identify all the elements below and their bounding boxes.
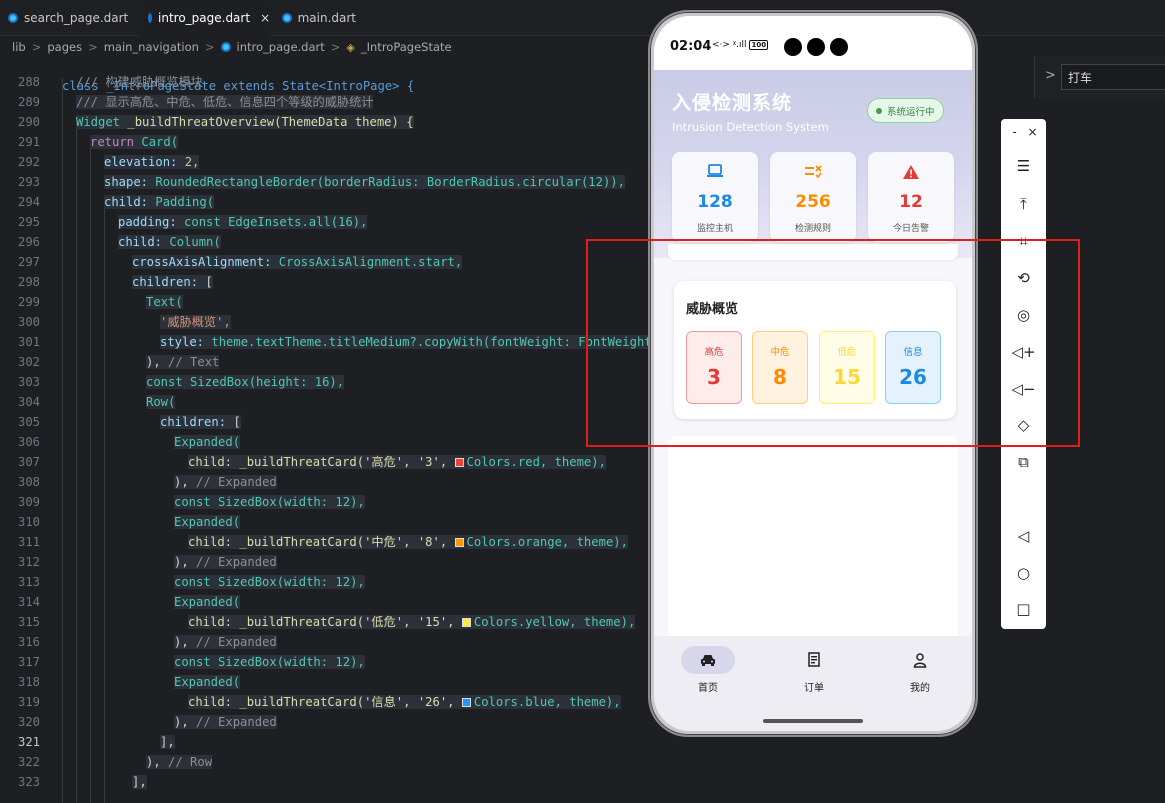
breadcrumb-item[interactable]: _IntroPageState (361, 40, 452, 54)
breadcrumb-item[interactable]: main_navigation (104, 40, 199, 54)
camera-cutout (807, 38, 825, 56)
stat-card-rules[interactable]: 256 检测规则 (770, 152, 856, 242)
status-bar: 02:04 <·> ᵡ.ıll 100 (654, 16, 972, 70)
color-swatch-red (454, 458, 464, 467)
code-line: 291 return Card( (17, 135, 179, 149)
tab-search-page[interactable]: search_page.dart (0, 0, 138, 36)
color-swatch-orange (454, 538, 464, 547)
breadcrumb-item[interactable]: intro_page.dart (237, 40, 325, 54)
multi-screen-icon[interactable]: ⧉ (1001, 453, 1046, 471)
code-line: 313 const SizedBox(width: 12), (17, 575, 365, 589)
code-line: 307 child: _buildThreatCard('高危', '3', Co… (17, 455, 606, 469)
code-line: 314 Expanded( (17, 595, 241, 609)
next-card (668, 436, 958, 636)
color-swatch-blue (461, 698, 471, 707)
status-dot-icon (876, 107, 882, 114)
close-icon[interactable]: × (260, 11, 270, 25)
camera-cutout (830, 38, 848, 56)
app-header: 入侵检测系统 Intrusion Detection System 系统运行中 … (654, 70, 972, 258)
menu-icon[interactable]: ☰ (1001, 157, 1046, 175)
color-swatch-yellow (461, 618, 471, 627)
side-search-panel: > 打车 (1034, 56, 1165, 98)
code-line: 289/// 显示高危、中危、低危、信息四个等级的威胁统计 (17, 95, 374, 109)
system-status-badge: 系统运行中 (867, 98, 944, 123)
code-line: 316), // Expanded (17, 635, 277, 649)
warning-icon (868, 164, 954, 184)
dart-file-icon (148, 12, 152, 23)
back-icon[interactable]: ◁ (1001, 527, 1046, 545)
code-line: 308), // Expanded (17, 475, 277, 489)
dart-file-icon (8, 13, 18, 23)
bottom-navigation: 首页 订单 我的 (654, 636, 972, 731)
code-line: 288/// 构建威胁概览模块 (17, 75, 203, 89)
battery-icon: 100 (749, 40, 769, 50)
nav-item-profile[interactable]: 我的 (880, 646, 960, 694)
close-button[interactable]: × (1010, 125, 1055, 139)
code-line: 320), // Expanded (17, 715, 277, 729)
receipt-icon (787, 646, 841, 674)
highlight-annotation-box (586, 239, 1080, 447)
breadcrumb: lib > pages > main_navigation > intro_pa… (12, 40, 452, 54)
breadcrumb-item[interactable]: lib (12, 40, 26, 54)
dart-file-icon (220, 42, 231, 52)
side-search-input[interactable]: 打车 (1061, 64, 1165, 90)
home-icon[interactable]: ○ (1001, 564, 1046, 582)
class-symbol-icon: ◈ (346, 40, 355, 54)
nav-item-orders[interactable]: 订单 (774, 646, 854, 694)
person-icon (893, 646, 947, 674)
code-line: 310 Expanded( (17, 515, 241, 529)
code-line: 293 shape: RoundedRectangleBorder(borderR… (17, 175, 625, 189)
code-line: 321], (17, 735, 175, 749)
recents-icon[interactable]: □ (1001, 600, 1046, 618)
chevron-right-icon[interactable]: > (1045, 68, 1056, 83)
code-line: 318 Expanded( (17, 675, 241, 689)
nav-item-home[interactable]: 首页 (668, 646, 748, 694)
code-line: 309 const SizedBox(width: 12), (17, 495, 365, 509)
code-line: 290 Widget _buildThreatOverview(ThemeData… (17, 115, 414, 129)
status-time: 02:04 (670, 39, 712, 54)
tab-intro-page[interactable]: intro_page.dart × (140, 0, 270, 36)
tab-main[interactable]: main.dart (274, 0, 364, 36)
signal-icon: <·> ᵡ.ıll (712, 40, 747, 50)
home-indicator[interactable] (763, 719, 863, 723)
code-line: 311 child: _buildThreatCard('中危', '8', Co… (17, 535, 628, 549)
stat-card-hosts[interactable]: 128 监控主机 (672, 152, 758, 242)
code-line: 292 elevation: 2, (17, 155, 200, 169)
laptop-icon (672, 164, 758, 182)
car-icon (681, 646, 735, 674)
code-line: 312), // Expanded (17, 555, 277, 569)
camera-cutout (784, 38, 802, 56)
code-line: 295 padding: const EdgeInsets.all(16), (17, 215, 368, 229)
code-line: 323], (17, 775, 147, 789)
stat-card-alerts[interactable]: 12 今日告警 (868, 152, 954, 242)
rules-icon (770, 164, 856, 182)
code-line: 317 const SizedBox(width: 12), (17, 655, 365, 669)
code-line: 319 child: _buildThreatCard('信息', '26', C… (17, 695, 621, 709)
editor-tab-bar: search_page.dart intro_page.dart × main.… (0, 0, 1165, 36)
pin-top-icon[interactable]: ⤒ (1001, 195, 1046, 213)
code-line: 294 child: Padding( (17, 195, 215, 209)
app-title: 入侵检测系统 (672, 92, 793, 114)
dart-file-icon (282, 13, 292, 23)
breadcrumb-item[interactable]: pages (47, 40, 82, 54)
code-line: 322), // Row (17, 755, 213, 769)
status-icons: <·> ᵡ.ıll 100 (712, 40, 769, 50)
code-line: 315 child: _buildThreatCard('低危', '15', C… (17, 615, 636, 629)
app-subtitle: Intrusion Detection System (672, 120, 829, 134)
